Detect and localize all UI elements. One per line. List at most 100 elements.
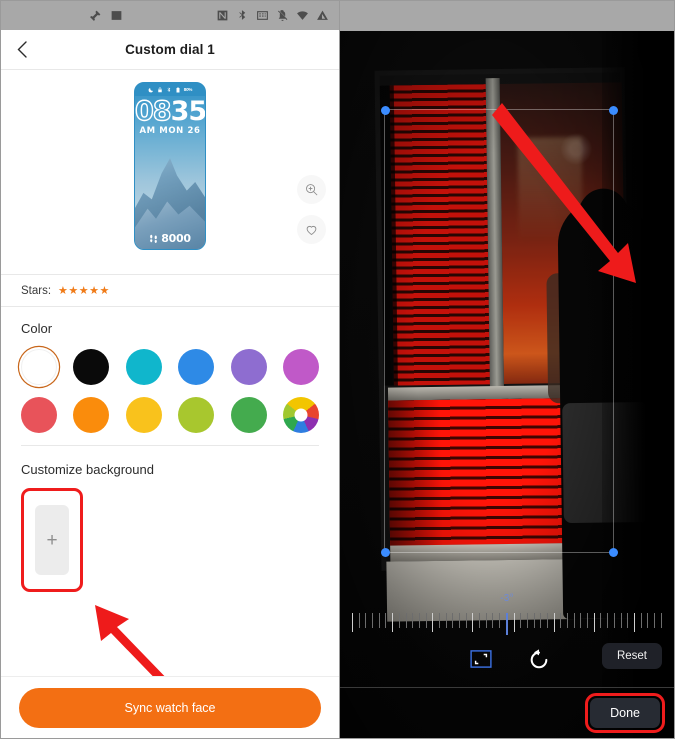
color-swatch-magenta[interactable] [282, 349, 319, 385]
zoom-in-button[interactable] [297, 175, 326, 204]
ruler-tick [499, 613, 501, 628]
ruler-tick [633, 613, 635, 632]
status-bar [1, 1, 339, 30]
lock-icon [158, 87, 162, 92]
watch-hours: 08 [135, 96, 172, 127]
nfc-icon [217, 10, 228, 21]
crop-selection-box[interactable] [380, 105, 618, 557]
crop-handle-top-left[interactable] [380, 105, 390, 115]
color-swatch-white[interactable] [21, 349, 57, 385]
ruler-tick [660, 613, 662, 628]
watch-date: AM MON 26 [139, 126, 201, 136]
crop-handle-bottom-left[interactable] [380, 547, 390, 557]
ruler-tick [432, 613, 434, 632]
color-swatch-purple[interactable] [230, 349, 267, 385]
color-section-title: Color [21, 321, 53, 336]
color-swatch-green[interactable] [230, 397, 267, 433]
crop-handle-bottom-right[interactable] [608, 547, 618, 557]
app-bar: Custom dial 1 [1, 30, 339, 70]
ruler-tick [385, 613, 387, 628]
ruler-tick [553, 613, 555, 632]
ruler-tick [573, 613, 575, 628]
sync-watch-face-button[interactable]: Sync watch face [19, 687, 321, 728]
watch-preview-zone: 80% 0835 AM MON 26 8000 [1, 70, 339, 275]
ruler-tick [418, 613, 420, 628]
bluetooth-icon [239, 10, 246, 20]
ruler-tick [485, 613, 487, 628]
color-swatch-black[interactable] [73, 349, 110, 385]
color-swatch-red[interactable] [21, 397, 57, 433]
color-swatch-cyan[interactable] [125, 349, 162, 385]
color-swatch-blue[interactable] [178, 349, 215, 385]
ruler-tick [560, 613, 562, 628]
screenshot-root: Custom dial 1 80% 0835 AM MON 26 8000 St… [0, 0, 675, 739]
ruler-tick [352, 613, 353, 632]
ruler-tick [540, 613, 542, 628]
ruler-tick [425, 613, 427, 628]
rotate-tool-button[interactable] [526, 646, 552, 672]
watch-status-row: 80% [135, 83, 205, 96]
add-background-button[interactable]: + [21, 488, 83, 592]
ruler-tick [593, 613, 595, 632]
ruler-tick [653, 613, 655, 628]
status-bar-right-icons [216, 9, 329, 22]
watch-steps: 8000 [135, 232, 205, 245]
customize-background-title: Customize background [21, 462, 154, 477]
ruler-tick [526, 613, 528, 628]
add-background-tile: + [35, 505, 69, 575]
ruler-tick [647, 613, 649, 628]
editor-tool-row: Reset [340, 641, 674, 677]
ruler-tick [372, 613, 374, 628]
editor-status-bar [340, 1, 674, 31]
favorite-button[interactable] [297, 215, 326, 244]
ruler-tick [533, 613, 535, 628]
footsteps-icon [150, 234, 158, 243]
crop-tool-button[interactable] [468, 646, 494, 672]
notifications-off-icon [278, 10, 288, 21]
ruler-tick [378, 613, 380, 628]
rotation-ruler-slider[interactable] [352, 613, 662, 635]
ruler-tick [613, 613, 615, 628]
ruler-tick [520, 613, 522, 628]
back-button[interactable] [1, 30, 43, 70]
crop-handle-top-right[interactable] [608, 105, 618, 115]
page-title: Custom dial 1 [125, 42, 215, 57]
rocket-icon [90, 10, 101, 21]
color-swatch-rainbow[interactable] [282, 397, 319, 433]
zoom-in-icon [306, 184, 318, 196]
done-button-highlight[interactable]: Done [585, 693, 665, 733]
ruler-tick [600, 613, 602, 628]
stars-row: Stars: ★★★★★ [1, 275, 339, 307]
ruler-tick [365, 613, 367, 628]
battery-icon [176, 86, 180, 92]
crop-aspect-icon [470, 650, 492, 668]
bluetooth-icon [167, 87, 171, 92]
color-swatch-lime[interactable] [178, 397, 215, 433]
ruler-tick [465, 613, 467, 628]
watch-battery-label: 80% [183, 87, 193, 92]
ruler-tick [472, 613, 474, 632]
ruler-tick [398, 613, 400, 628]
stars-label: Stars: [21, 284, 52, 297]
ruler-tick [627, 613, 629, 628]
ruler-tick [640, 613, 642, 628]
ruler-tick [438, 613, 440, 628]
reset-button[interactable]: Reset [601, 643, 662, 669]
ruler-tick [459, 613, 460, 628]
ruler-tick [587, 613, 589, 628]
moon-icon [148, 87, 153, 92]
watch-time: 0835 [135, 96, 206, 127]
done-button[interactable]: Done [590, 698, 660, 728]
watch-face-preview[interactable]: 80% 0835 AM MON 26 8000 [134, 82, 206, 250]
watch-minutes: 35 [170, 96, 206, 127]
ruler-tick [452, 613, 454, 628]
ruler-tick [358, 613, 360, 628]
chevron-left-icon [17, 41, 27, 58]
ruler-tick [405, 613, 407, 628]
color-swatch-orange[interactable] [73, 397, 110, 433]
ruler-tick [412, 613, 414, 628]
signal-icon [317, 10, 328, 20]
ruler-tick [567, 613, 568, 628]
color-swatch-yellow[interactable] [125, 397, 162, 433]
heart-icon [306, 225, 317, 236]
